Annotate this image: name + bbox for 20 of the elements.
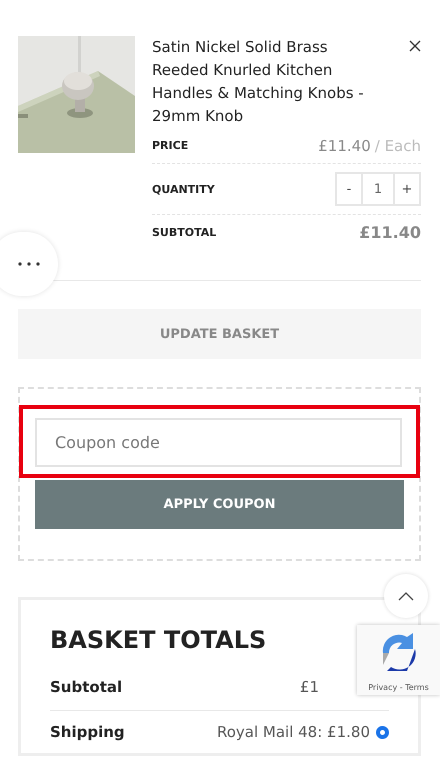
totals-value: Royal Mail 48: £1.80 [216,723,370,741]
apply-coupon-button[interactable]: APPLY COUPON [35,480,404,529]
quantity-label: QUANTITY [152,182,215,196]
subtotal-value: £11.40 [359,223,421,242]
price-unit: / Each [374,137,421,155]
product-title[interactable]: Satin Nickel Solid Brass Reeded Knurled Kitchen Handles & Matching Knobs - 29mm Knob [152,36,377,128]
totals-label: Subtotal [50,678,122,696]
quantity-stepper[interactable]: - 1 + [335,172,421,206]
recaptcha-text[interactable]: Privacy - Terms [368,683,429,692]
subtotal-label: SUBTOTAL [152,226,216,239]
price-label: PRICE [152,139,188,152]
chevron-up-icon [398,592,414,600]
coupon-field[interactable]: Coupon code [35,418,402,467]
close-icon[interactable] [409,40,421,52]
totals-value: £1 [300,678,319,696]
shipping-radio[interactable] [376,726,389,738]
more-icon [18,262,40,266]
price-value: £11.40 [318,137,371,155]
totals-heading: BASKET TOTALS [50,626,268,654]
totals-label: Shipping [50,723,125,741]
